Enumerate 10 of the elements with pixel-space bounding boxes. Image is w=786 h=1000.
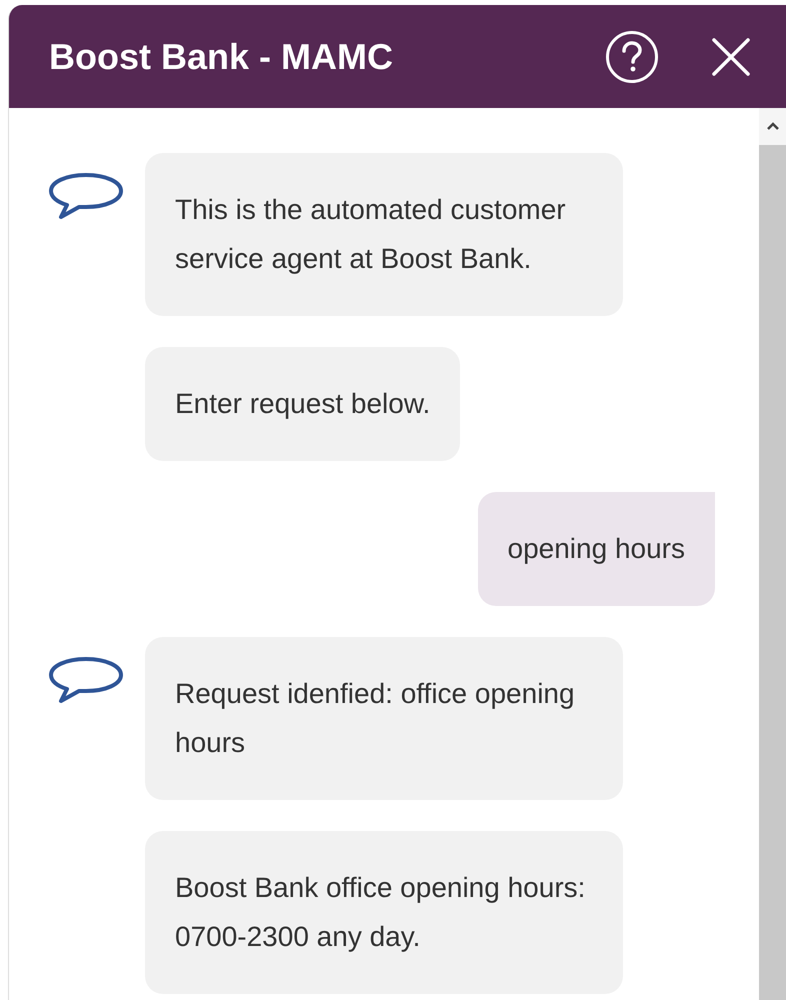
help-button[interactable] (605, 30, 659, 84)
bot-message: This is the automated customer service agent at Boost Bank. (145, 153, 623, 316)
bot-message: Boost Bank office opening hours: 0700-2300 any day. (145, 831, 623, 994)
bot-message: Enter request below. (145, 347, 460, 461)
scroll-up-icon[interactable] (766, 122, 780, 131)
window-title: Boost Bank - MAMC (49, 36, 394, 78)
scrollbar[interactable] (759, 108, 786, 1000)
close-button[interactable] (711, 36, 751, 76)
bot-message: Request idenfied: office opening hours (145, 637, 623, 800)
user-message: opening hours (478, 492, 715, 606)
